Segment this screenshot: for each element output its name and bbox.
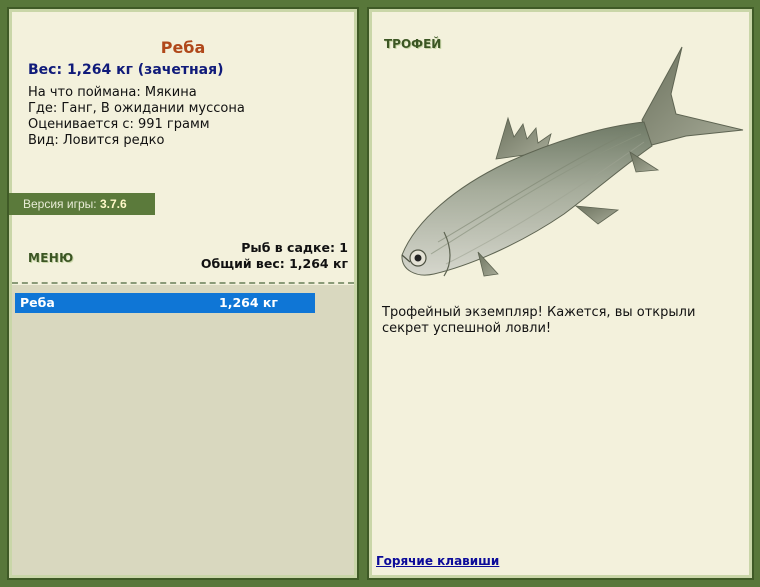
hotkeys-link[interactable]: Горячие клавиши bbox=[376, 554, 499, 568]
list-item[interactable]: Реба 1,264 кг bbox=[15, 293, 315, 313]
version-label: Версия игры: bbox=[23, 197, 97, 211]
fish-name: Реба bbox=[160, 38, 206, 57]
fish-value: Оценивается с: 991 грамм bbox=[28, 117, 210, 132]
fish-location: Где: Ганг, В ожидании муссона bbox=[28, 101, 245, 116]
trophy-panel: ТРОФЕЙ Трофейный экземпляр! Кажется, вы … bbox=[367, 7, 754, 580]
cage-total-weight: Общий вес: 1,264 кг bbox=[200, 256, 348, 271]
version-number: 3.7.6 bbox=[99, 197, 127, 211]
fish-rarity: Вид: Ловится редко bbox=[28, 133, 165, 148]
divider bbox=[12, 282, 354, 284]
fish-weight: Вес: 1,264 кг (зачетная) bbox=[28, 62, 224, 78]
fish-image bbox=[401, 46, 744, 277]
version-bar: Версия игры: 3.7.6 bbox=[9, 193, 155, 215]
cage-count: Рыб в садке: 1 bbox=[241, 240, 348, 255]
fish-info-panel: Реба Вес: 1,264 кг (зачетная) На что пой… bbox=[7, 7, 359, 580]
catch-list: Реба 1,264 кг bbox=[12, 285, 354, 575]
list-item-name: Реба bbox=[20, 295, 55, 310]
menu-button[interactable]: МЕНЮ bbox=[28, 251, 73, 265]
trophy-description: Трофейный экземпляр! Кажется, вы открыли… bbox=[382, 305, 696, 336]
list-item-weight: 1,264 кг bbox=[219, 295, 278, 310]
fish-bait: На что поймана: Мякина bbox=[28, 85, 197, 100]
cage-summary: Рыб в садке: 1 Общий вес: 1,264 кг bbox=[201, 240, 348, 272]
